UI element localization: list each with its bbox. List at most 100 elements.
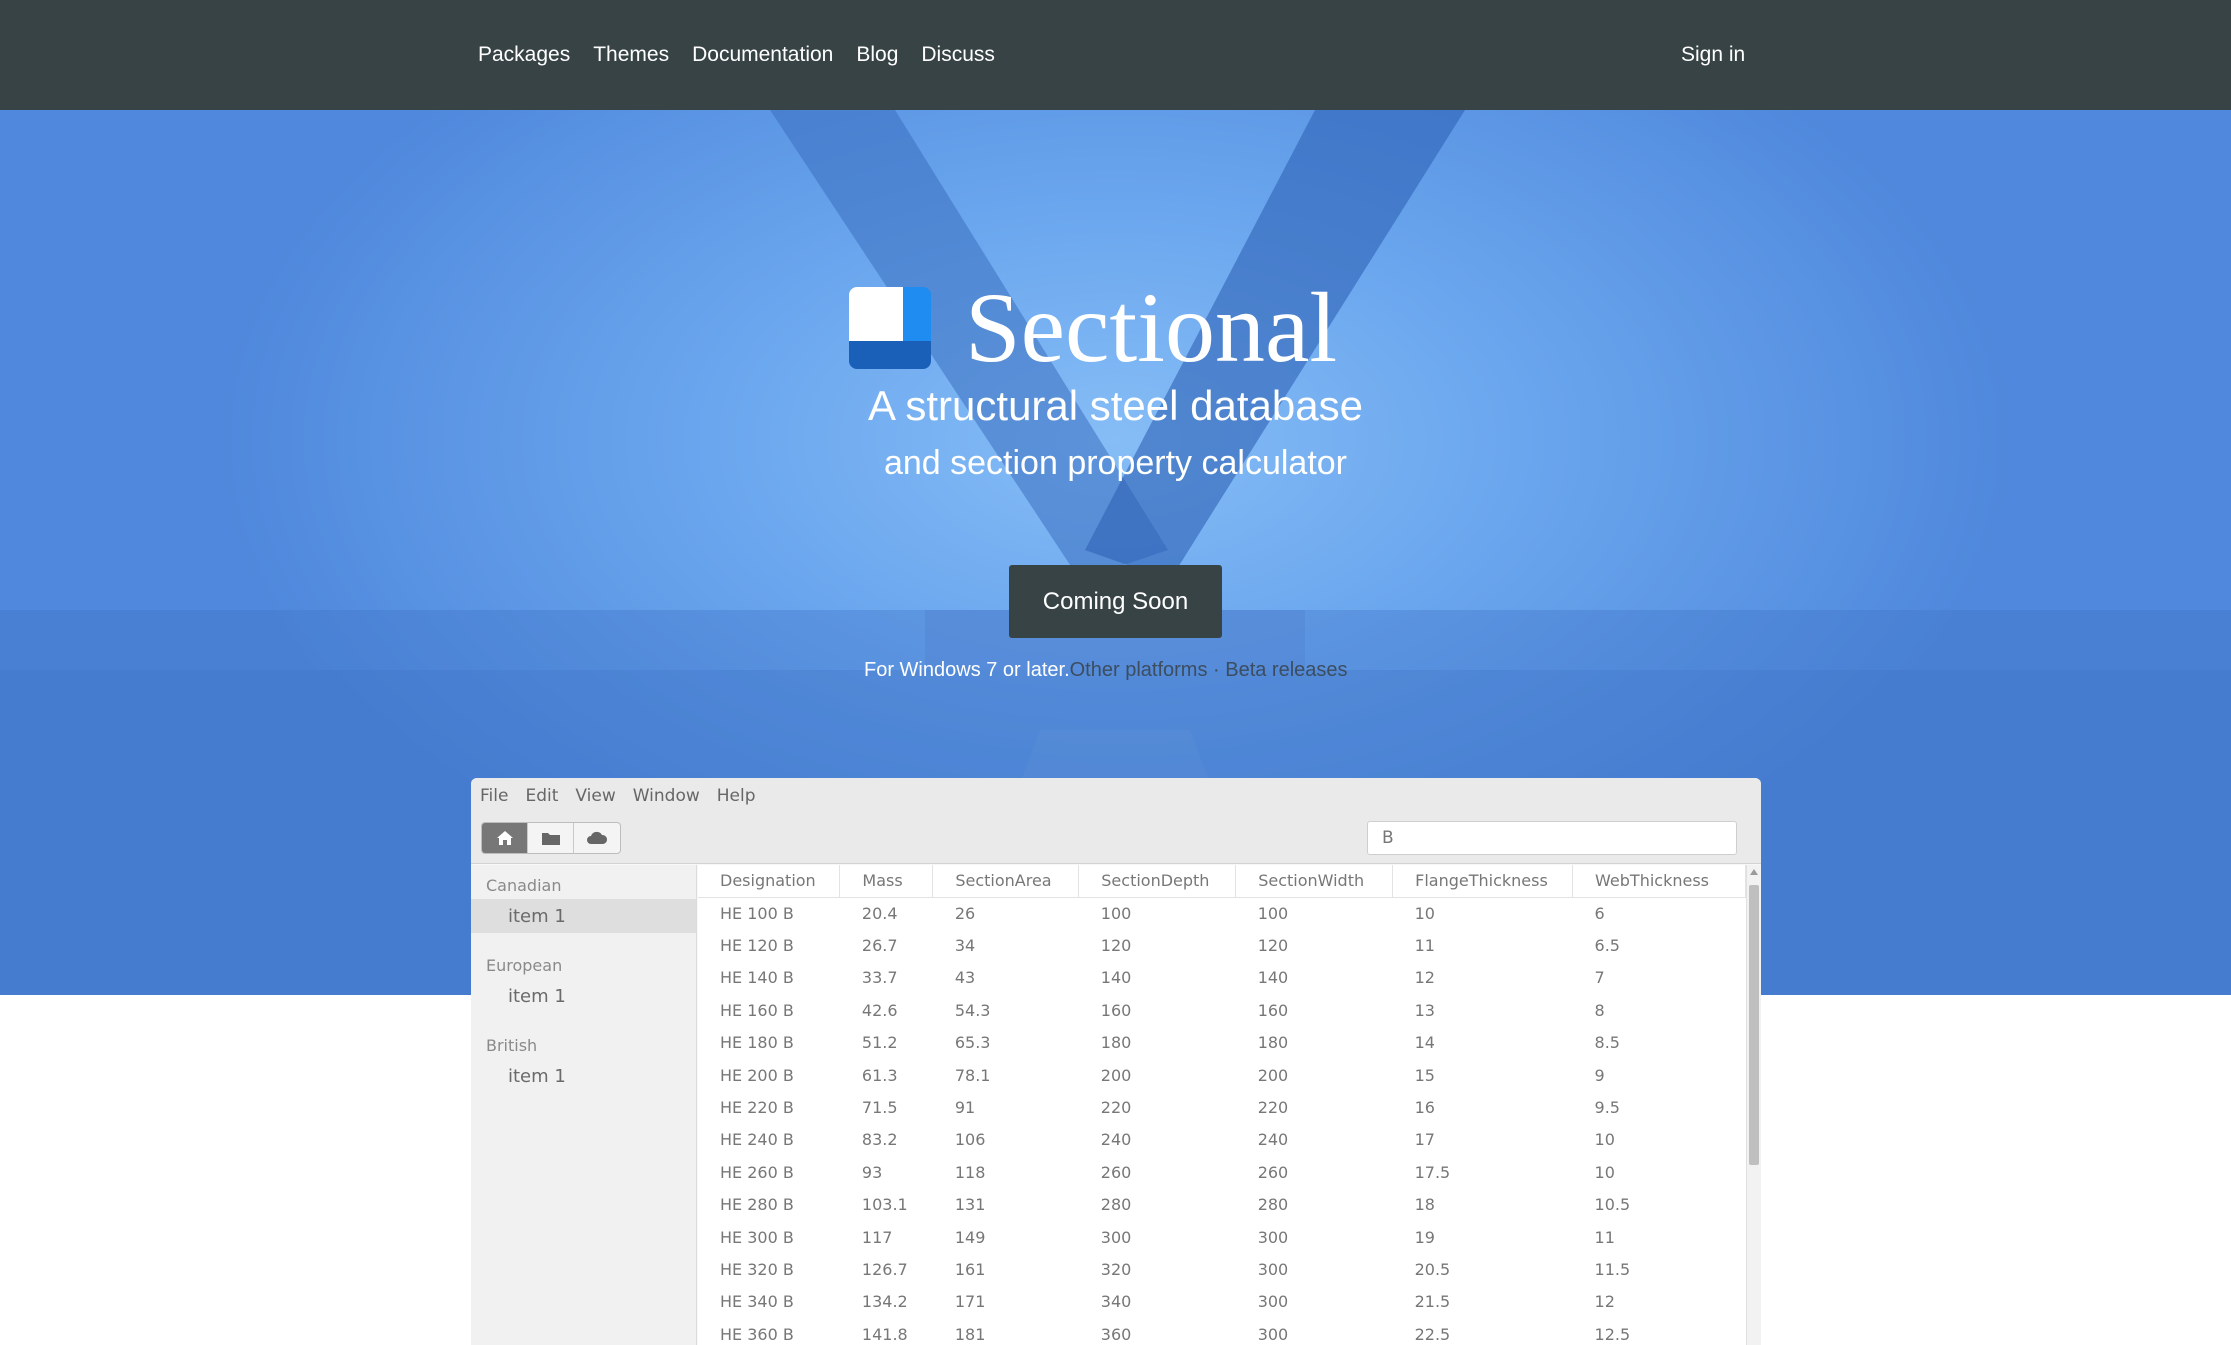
nav-link-themes[interactable]: Themes	[593, 43, 669, 67]
cell-section-area: 43	[954, 968, 976, 988]
table-scrollbar[interactable]	[1746, 865, 1761, 1345]
cell-mass: 141.8	[861, 1324, 908, 1344]
cell-section-area: 161	[954, 1259, 986, 1279]
cell-section-depth: 180	[1100, 1033, 1132, 1053]
sidebar-item-british-item-1[interactable]: item 1	[471, 1059, 696, 1093]
table-row[interactable]: HE 240 B 83.2 106 240 240 17 10	[698, 1124, 1746, 1156]
column-header-web-thickness[interactable]: WebThickness	[1572, 865, 1746, 898]
cell-designation: HE 220 B	[720, 1098, 794, 1118]
sidebar-item-european-item-1[interactable]: item 1	[471, 979, 696, 1013]
cell-mass: 117	[861, 1227, 893, 1247]
scroll-up-arrow-icon[interactable]	[1750, 869, 1758, 875]
table-row[interactable]: HE 180 B 51.2 65.3 180 180 14 8.5	[698, 1027, 1746, 1059]
cell-web-thickness: 11.5	[1594, 1259, 1631, 1279]
cell-flange-thickness: 12	[1414, 968, 1435, 988]
home-button[interactable]	[482, 823, 528, 853]
cloud-button[interactable]	[574, 823, 620, 853]
menu-file[interactable]: File	[480, 786, 508, 806]
menu-edit[interactable]: Edit	[525, 786, 558, 806]
cell-mass: 61.3	[861, 1065, 898, 1085]
table-row[interactable]: HE 340 B 134.2 171 340 300 21.5 12	[698, 1286, 1746, 1318]
nav-link-packages[interactable]: Packages	[478, 43, 570, 67]
menu-window[interactable]: Window	[633, 786, 700, 806]
cell-section-depth: 100	[1100, 903, 1132, 923]
section-library-sidebar: Canadian item 1 European item 1 British …	[471, 865, 697, 1345]
table-row[interactable]: HE 200 B 61.3 78.1 200 200 15 9	[698, 1059, 1746, 1091]
cell-section-area: 149	[954, 1227, 986, 1247]
platform-info: For Windows 7 or later.Other platforms ·…	[864, 659, 1348, 682]
app-title: Sectional	[965, 272, 1338, 383]
table-row[interactable]: HE 300 B 117 149 300 300 19 11	[698, 1221, 1746, 1253]
table-row[interactable]: HE 160 B 42.6 54.3 160 160 13 8	[698, 994, 1746, 1026]
table-row[interactable]: HE 360 B 141.8 181 360 300 22.5 12.5	[698, 1318, 1746, 1345]
cell-section-depth: 120	[1100, 936, 1132, 956]
app-preview-window: File Edit View Window Help B Canadian it…	[471, 778, 1761, 1345]
nav-link-blog[interactable]: Blog	[856, 43, 898, 67]
tagline-secondary: and section property calculator	[883, 444, 1348, 482]
column-header-mass[interactable]: Mass	[839, 865, 934, 898]
table-row[interactable]: HE 260 B 93 118 260 260 17.5 10	[698, 1156, 1746, 1188]
cell-mass: 126.7	[861, 1259, 908, 1279]
cell-mass: 20.4	[861, 903, 898, 923]
cell-section-area: 181	[954, 1324, 986, 1344]
table-row[interactable]: HE 280 B 103.1 131 280 280 18 10.5	[698, 1189, 1746, 1221]
cell-flange-thickness: 13	[1414, 1000, 1435, 1020]
sign-in-link[interactable]: Sign in	[1681, 0, 1745, 110]
nav-link-discuss[interactable]: Discuss	[921, 43, 995, 67]
table-row[interactable]: HE 320 B 126.7 161 320 300 20.5 11.5	[698, 1253, 1746, 1285]
cell-designation: HE 280 B	[720, 1195, 794, 1215]
cell-mass: 93	[861, 1162, 883, 1182]
cell-section-depth: 160	[1100, 1000, 1132, 1020]
cell-section-width: 100	[1257, 903, 1289, 923]
table-row[interactable]: HE 120 B 26.7 34 120 120 11 6.5	[698, 929, 1746, 961]
cell-section-width: 260	[1257, 1162, 1289, 1182]
folder-icon	[541, 833, 560, 845]
other-platforms-link[interactable]: Other platforms	[1070, 659, 1208, 681]
cell-section-area: 91	[954, 1098, 976, 1118]
cell-designation: HE 160 B	[720, 1000, 794, 1020]
folder-button[interactable]	[528, 823, 574, 853]
coming-soon-button[interactable]: Coming Soon	[1009, 565, 1222, 638]
scrollbar-thumb[interactable]	[1749, 885, 1759, 1165]
sections-table: Designation Mass SectionArea SectionDepth Se…	[698, 865, 1746, 1345]
cell-web-thickness: 6	[1594, 903, 1605, 923]
cell-section-area: 171	[954, 1292, 986, 1312]
link-separator: ·	[1207, 659, 1226, 681]
cell-designation: HE 320 B	[720, 1259, 794, 1279]
column-header-section-depth[interactable]: SectionDepth	[1078, 865, 1237, 898]
cell-section-depth: 140	[1100, 968, 1132, 988]
cell-web-thickness: 12	[1594, 1292, 1615, 1312]
cell-section-width: 280	[1257, 1195, 1289, 1215]
sidebar-item-canadian-item-1[interactable]: item 1	[471, 899, 696, 933]
cell-section-depth: 200	[1100, 1065, 1132, 1085]
column-header-flange-thickness[interactable]: FlangeThickness	[1392, 865, 1574, 898]
cell-designation: HE 200 B	[720, 1065, 794, 1085]
section-search-input[interactable]	[1367, 821, 1737, 855]
table-row[interactable]: HE 100 B 20.4 26 100 100 10 6	[698, 897, 1746, 929]
cell-section-width: 120	[1257, 936, 1289, 956]
column-header-section-width[interactable]: SectionWidth	[1235, 865, 1394, 898]
cell-section-area: 34	[954, 936, 976, 956]
tagline-primary: A structural steel database	[868, 382, 1363, 429]
cell-designation: HE 340 B	[720, 1292, 794, 1312]
cell-web-thickness: 6.5	[1594, 936, 1620, 956]
cell-section-width: 240	[1257, 1130, 1289, 1150]
cell-flange-thickness: 20.5	[1414, 1259, 1451, 1279]
column-header-designation[interactable]: Designation	[698, 865, 841, 898]
cell-mass: 83.2	[861, 1130, 898, 1150]
column-header-section-area[interactable]: SectionArea	[932, 865, 1080, 898]
cell-flange-thickness: 21.5	[1414, 1292, 1451, 1312]
cell-section-width: 300	[1257, 1324, 1289, 1344]
app-menubar: File Edit View Window Help	[471, 778, 1761, 814]
menu-help[interactable]: Help	[717, 786, 756, 806]
cell-web-thickness: 9.5	[1594, 1098, 1620, 1118]
table-row[interactable]: HE 140 B 33.7 43 140 140 12 7	[698, 962, 1746, 994]
table-row[interactable]: HE 220 B 71.5 91 220 220 16 9.5	[698, 1091, 1746, 1123]
beta-releases-link[interactable]: Beta releases	[1225, 659, 1347, 681]
menu-view[interactable]: View	[575, 786, 615, 806]
cell-section-depth: 320	[1100, 1259, 1132, 1279]
cell-flange-thickness: 11	[1414, 936, 1435, 956]
nav-link-documentation[interactable]: Documentation	[692, 43, 833, 67]
cell-flange-thickness: 10	[1414, 903, 1435, 923]
cell-designation: HE 100 B	[720, 903, 794, 923]
